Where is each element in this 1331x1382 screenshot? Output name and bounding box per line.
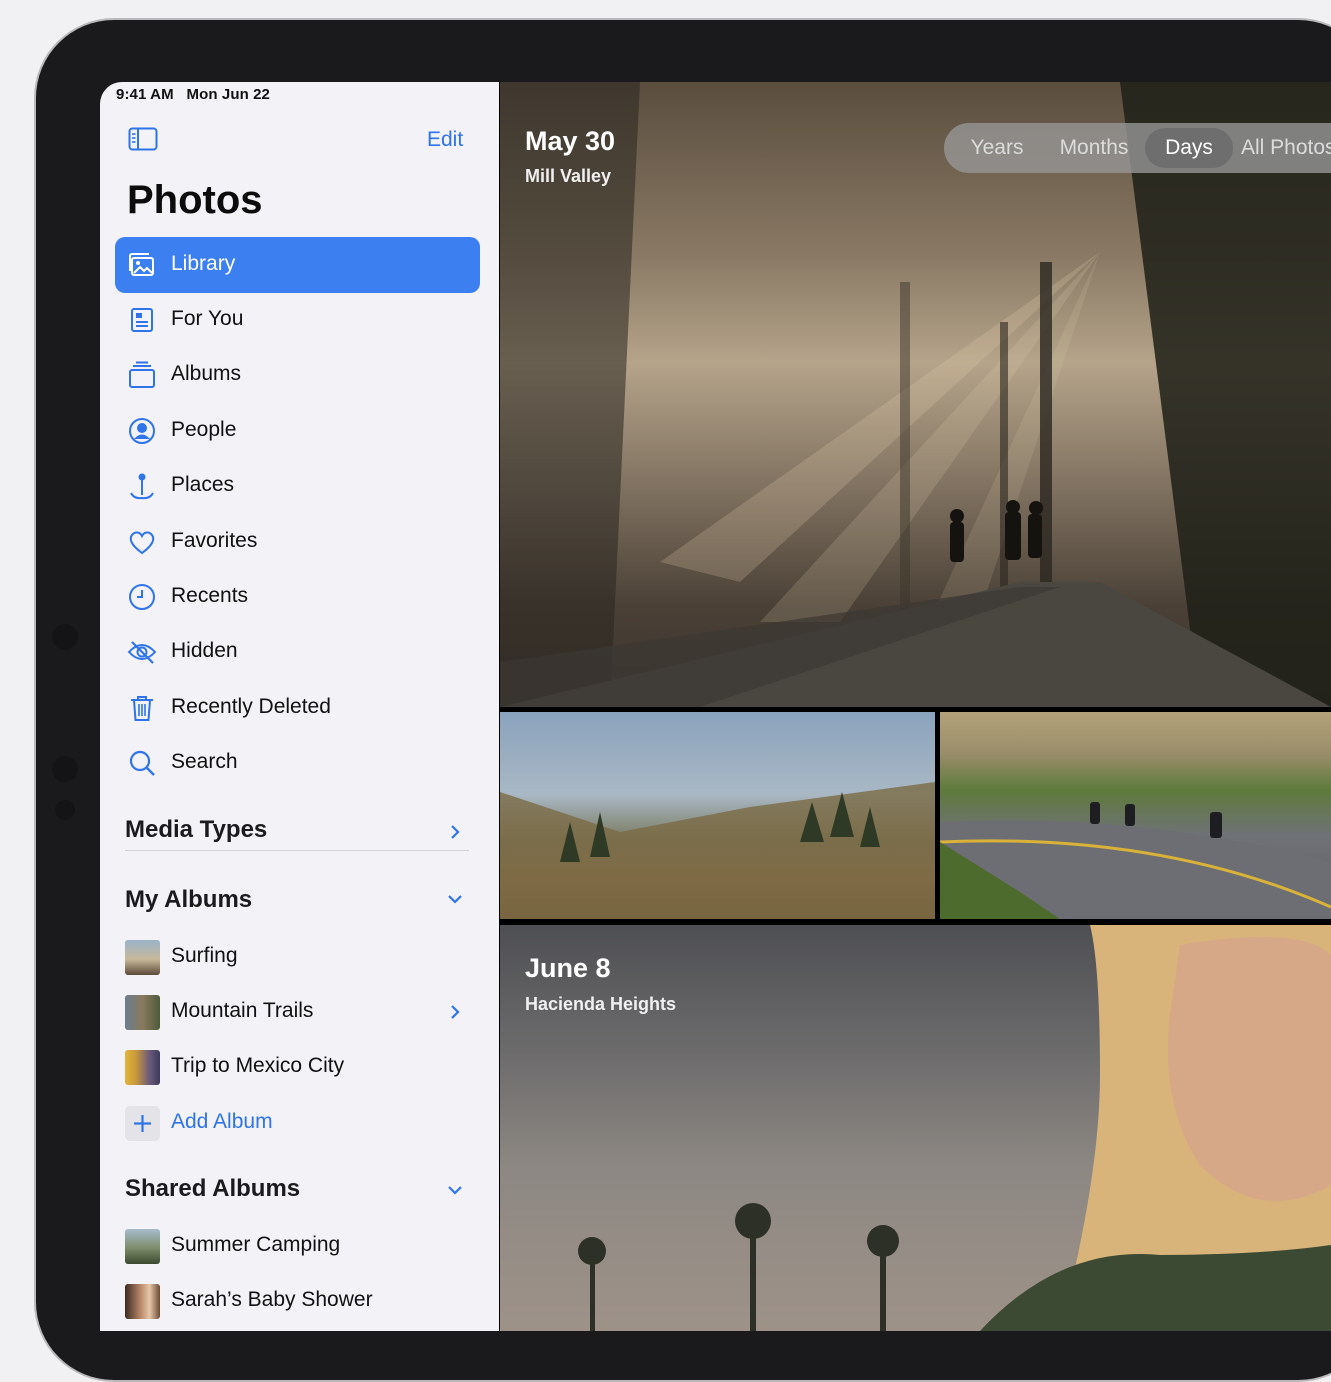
- album-thumbnail: [125, 1050, 160, 1085]
- photo-cyclists-road[interactable]: [940, 712, 1331, 919]
- album-item-surfing[interactable]: Surfing: [125, 934, 475, 978]
- photo-portrait[interactable]: June 8 Hacienda Heights: [500, 925, 1331, 1331]
- section-header-my-albums[interactable]: My Albums: [125, 886, 252, 914]
- photo-cyclists-forest-art: [500, 82, 1331, 707]
- day-date: June 8: [525, 953, 611, 983]
- album-label: Surfing: [171, 944, 238, 967]
- day-date: May 30: [525, 126, 616, 156]
- photo-foggy-hills-art: [500, 782, 935, 919]
- plus-icon: [125, 1106, 160, 1141]
- sidebar-item-label: Recently Deleted: [171, 695, 331, 718]
- map-pin-icon: [130, 473, 154, 500]
- sidebar-item-label: People: [171, 418, 237, 441]
- search-icon: [129, 750, 155, 776]
- status-time: 9:41 AM: [116, 86, 174, 103]
- sidebar-item-favorites[interactable]: Favorites: [115, 514, 480, 570]
- photo-portrait-art: [578, 925, 1331, 1331]
- section-divider: [125, 850, 469, 851]
- camera-dot: [52, 756, 78, 782]
- sidebar-item-label: Albums: [171, 362, 242, 385]
- heart-icon: [129, 531, 155, 555]
- photo-cyclists-road-art: [940, 802, 1331, 919]
- library-icon: [129, 253, 154, 276]
- sidebar-item-hidden[interactable]: Hidden: [115, 624, 480, 680]
- camera-dot: [52, 624, 78, 650]
- album-label: Trip to Mexico City: [171, 1054, 345, 1077]
- day-place: Mill Valley: [525, 166, 612, 186]
- segment-years[interactable]: Years: [958, 123, 1036, 173]
- sidebar-item-search[interactable]: Search: [115, 735, 480, 791]
- add-album-label: Add Album: [171, 1110, 273, 1133]
- album-label: Summer Camping: [171, 1233, 341, 1256]
- sidebar: 9:41 AM Mon Jun 22 Edit Photos Library F…: [100, 82, 499, 1331]
- sidebar-item-label: Library: [171, 252, 236, 275]
- day-place: Hacienda Heights: [525, 994, 677, 1014]
- chevron-right-icon[interactable]: [446, 823, 464, 841]
- segment-all-photos[interactable]: All Photos: [1241, 123, 1331, 173]
- sidebar-item-places[interactable]: Places: [115, 458, 480, 514]
- page-title: Photos: [127, 178, 263, 222]
- photo-cyclists-forest[interactable]: May 30 Mill Valley Years Months Days All…: [500, 82, 1331, 707]
- chevron-down-icon[interactable]: [446, 1181, 464, 1199]
- album-thumbnail: [125, 940, 160, 975]
- screen: 9:41 AM Mon Jun 22 Edit Photos Library F…: [100, 82, 1331, 1331]
- sidebar-toggle-icon[interactable]: [128, 127, 158, 151]
- view-segmented-control: Years Months Days All Photos: [944, 123, 1331, 173]
- trash-icon: [131, 696, 153, 721]
- section-header-shared-albums[interactable]: Shared Albums: [125, 1175, 300, 1203]
- album-item-mountain-trails[interactable]: Mountain Trails: [125, 989, 475, 1033]
- sidebar-item-albums[interactable]: Albums: [115, 347, 480, 403]
- clock-icon: [129, 584, 155, 610]
- eye-slash-icon: [127, 641, 157, 664]
- status-bar: 9:41 AM Mon Jun 22: [116, 86, 270, 103]
- album-thumbnail: [125, 1284, 160, 1319]
- sidebar-item-for-you[interactable]: For You: [115, 292, 480, 348]
- person-circle-icon: [129, 418, 155, 444]
- photo-library: May 30 Mill Valley Years Months Days All…: [500, 82, 1331, 1331]
- album-item-sarahs-baby-shower[interactable]: Sarah’s Baby Shower: [125, 1278, 475, 1322]
- sidebar-item-label: For You: [171, 307, 244, 330]
- photo-foggy-hills[interactable]: [500, 712, 935, 919]
- album-label: Sarah’s Baby Shower: [171, 1288, 373, 1311]
- album-label: Mountain Trails: [171, 999, 314, 1022]
- sensor-dot: [55, 800, 75, 820]
- for-you-icon: [131, 308, 153, 332]
- edit-button[interactable]: Edit: [427, 128, 463, 152]
- segment-days[interactable]: Days: [1145, 128, 1233, 168]
- albums-icon: [129, 361, 155, 388]
- sidebar-item-recently-deleted[interactable]: Recently Deleted: [115, 680, 480, 736]
- sidebar-item-people[interactable]: People: [115, 403, 480, 459]
- sidebar-item-label: Favorites: [171, 529, 258, 552]
- section-header-media-types[interactable]: Media Types: [125, 816, 267, 844]
- sidebar-item-label: Search: [171, 750, 238, 773]
- segment-months[interactable]: Months: [1048, 123, 1140, 173]
- album-thumbnail: [125, 995, 160, 1030]
- status-date: Mon Jun 22: [186, 86, 270, 103]
- album-item-summer-camping[interactable]: Summer Camping: [125, 1223, 475, 1267]
- sidebar-item-label: Places: [171, 473, 235, 496]
- add-album-button[interactable]: Add Album: [125, 1100, 475, 1144]
- sidebar-item-label: Hidden: [171, 639, 238, 662]
- sidebar-item-library[interactable]: Library: [115, 237, 480, 293]
- album-thumbnail: [125, 1229, 160, 1264]
- sidebar-item-label: Recents: [171, 584, 249, 607]
- album-item-trip-to-mexico-city[interactable]: Trip to Mexico City: [125, 1044, 475, 1088]
- chevron-right-icon[interactable]: [446, 1003, 464, 1021]
- sidebar-item-recents[interactable]: Recents: [115, 569, 480, 625]
- chevron-down-icon[interactable]: [446, 890, 464, 908]
